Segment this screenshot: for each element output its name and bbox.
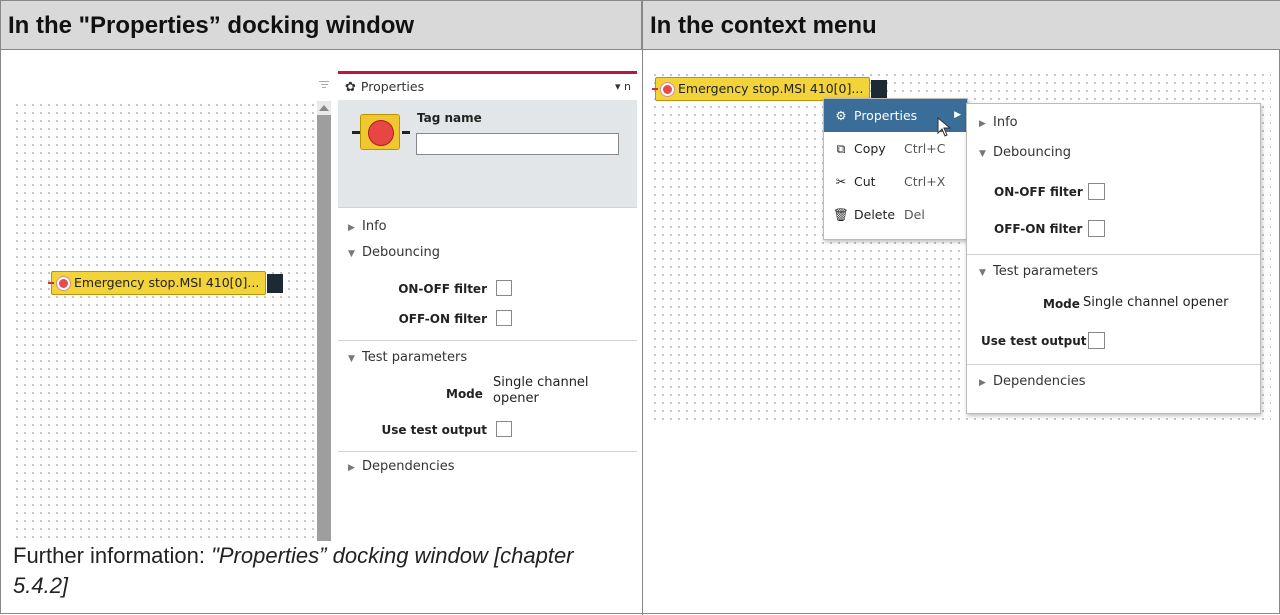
section-debouncing-label: Debouncing xyxy=(993,145,1071,160)
on-off-filter-row: ON-OFF filter xyxy=(338,274,637,304)
mode-label: Mode xyxy=(1043,297,1080,311)
section-info[interactable]: ▶ Info xyxy=(967,108,1260,138)
off-on-filter-row: OFF-ON filter xyxy=(338,304,637,334)
section-test-parameters-label: Test parameters xyxy=(993,264,1099,279)
off-on-filter-checkbox[interactable] xyxy=(1088,220,1105,237)
menu-item-label: Properties xyxy=(854,108,918,123)
trash-icon: 🗑 xyxy=(833,207,849,222)
section-test-parameters[interactable]: ▼ Test parameters xyxy=(338,345,637,371)
use-test-output-checkbox[interactable] xyxy=(496,421,512,437)
collapse-triangle-icon: ▼ xyxy=(348,249,355,259)
input-pin xyxy=(48,282,54,284)
copy-icon: ⧉ xyxy=(836,141,846,156)
off-on-filter-row: OFF-ON filter xyxy=(967,211,1260,248)
mode-value: Single channel opener xyxy=(493,375,589,406)
use-test-output-row: Use test output xyxy=(338,415,637,445)
properties-submenu-panel: ▶ Info ▼ Debouncing ON-OFF filter OFF-ON f… xyxy=(966,103,1261,414)
off-on-filter-checkbox[interactable] xyxy=(496,310,512,326)
collapse-triangle-icon: ▼ xyxy=(979,149,986,159)
expand-triangle-icon: ▶ xyxy=(348,463,355,473)
section-debouncing[interactable]: ▼ Debouncing xyxy=(338,240,637,266)
scroll-up-arrow-icon[interactable] xyxy=(317,101,331,115)
filter-icon[interactable] xyxy=(319,79,329,89)
editor-canvas-left[interactable] xyxy=(13,101,317,541)
off-on-filter-label: OFF-ON filter xyxy=(398,312,487,326)
column-divider xyxy=(642,1,643,615)
expand-triangle-icon: ▶ xyxy=(348,223,355,233)
menu-item-label: Cut xyxy=(854,174,876,189)
on-off-filter-row: ON-OFF filter xyxy=(967,174,1260,211)
vertical-scrollbar[interactable] xyxy=(317,101,331,541)
section-dependencies[interactable]: ▶ Dependencies xyxy=(338,454,637,480)
use-test-output-row: Use test output xyxy=(967,323,1260,360)
use-test-output-checkbox[interactable] xyxy=(1088,332,1105,349)
tag-name-input[interactable] xyxy=(416,133,619,155)
estop-pin-left xyxy=(352,131,360,134)
further-prefix: Further information: xyxy=(13,543,212,568)
element-label: Emergency stop.MSI 410[0]... xyxy=(74,275,260,290)
properties-docking-window: ✿ Properties ▾ ո Tag name ▶ Info ▼ Debounci… xyxy=(338,71,637,541)
expand-triangle-icon: ▶ xyxy=(979,378,986,388)
section-debouncing-label: Debouncing xyxy=(362,245,440,260)
on-off-filter-label: ON-OFF filter xyxy=(994,185,1083,199)
section-info-label: Info xyxy=(362,219,387,234)
mode-label: Mode xyxy=(446,387,483,401)
tag-name-label: Tag name xyxy=(417,111,482,125)
emergency-stop-icon xyxy=(360,114,400,150)
mode-row: Mode Single channel opener xyxy=(967,287,1260,323)
section-dependencies-label: Dependencies xyxy=(362,459,455,474)
menu-item-shortcut: Del xyxy=(904,207,925,222)
on-off-filter-checkbox[interactable] xyxy=(496,280,512,296)
mode-value: Single channel opener xyxy=(1083,295,1229,310)
mode-row: Mode Single channel opener xyxy=(338,371,637,415)
estop-pin-right xyxy=(402,131,410,134)
input-pin xyxy=(652,88,658,90)
gear-icon: ⚙ xyxy=(835,108,847,123)
properties-title-bar: ✿ Properties ▾ ո xyxy=(338,74,637,100)
menu-item-label: Delete xyxy=(854,207,896,222)
submenu-arrow-icon: ▶ xyxy=(954,110,961,120)
document-table: In the "Properties” docking window In th… xyxy=(0,0,1280,615)
estop-icon xyxy=(661,83,674,96)
menu-item-cut[interactable]: ✂ Cut Ctrl+X xyxy=(824,165,967,198)
right-column-header: In the context menu xyxy=(643,1,1280,50)
collapse-triangle-icon: ▼ xyxy=(979,268,986,278)
on-off-filter-label: ON-OFF filter xyxy=(398,282,487,296)
menu-item-label: Copy xyxy=(854,141,886,156)
properties-title: Properties xyxy=(360,79,425,94)
gear-icon: ✿ xyxy=(345,80,356,95)
collapse-triangle-icon: ▼ xyxy=(348,354,355,364)
scissors-icon: ✂ xyxy=(835,174,847,189)
element-label: Emergency stop.MSI 410[0]... xyxy=(678,81,864,96)
output-port[interactable] xyxy=(871,80,888,99)
left-column-header: In the "Properties” docking window xyxy=(1,1,642,50)
pin-window-icon[interactable]: ▾ ո xyxy=(615,74,631,100)
expand-triangle-icon: ▶ xyxy=(979,119,986,129)
menu-item-shortcut: Ctrl+X xyxy=(904,174,946,189)
use-test-output-label: Use test output xyxy=(381,423,487,437)
section-debouncing[interactable]: ▼ Debouncing xyxy=(967,138,1260,168)
section-dependencies-label: Dependencies xyxy=(993,374,1086,389)
section-dependencies[interactable]: ▶ Dependencies xyxy=(967,367,1260,397)
further-information: Further information: "Properties” dockin… xyxy=(13,541,633,601)
output-port[interactable] xyxy=(267,274,284,293)
on-off-filter-checkbox[interactable] xyxy=(1088,183,1105,200)
properties-header: Tag name xyxy=(338,100,637,208)
mouse-cursor-icon xyxy=(937,117,952,137)
estop-icon xyxy=(57,277,70,290)
emergency-stop-element[interactable]: Emergency stop.MSI 410[0]... xyxy=(48,271,284,295)
off-on-filter-label: OFF-ON filter xyxy=(994,222,1083,236)
section-info[interactable]: ▶ Info xyxy=(338,214,637,240)
section-test-parameters[interactable]: ▼ Test parameters xyxy=(967,257,1260,287)
section-info-label: Info xyxy=(993,115,1018,130)
use-test-output-label: Use test output xyxy=(981,334,1087,348)
section-test-parameters-label: Test parameters xyxy=(362,350,468,365)
menu-item-delete[interactable]: 🗑 Delete Del xyxy=(824,198,967,231)
